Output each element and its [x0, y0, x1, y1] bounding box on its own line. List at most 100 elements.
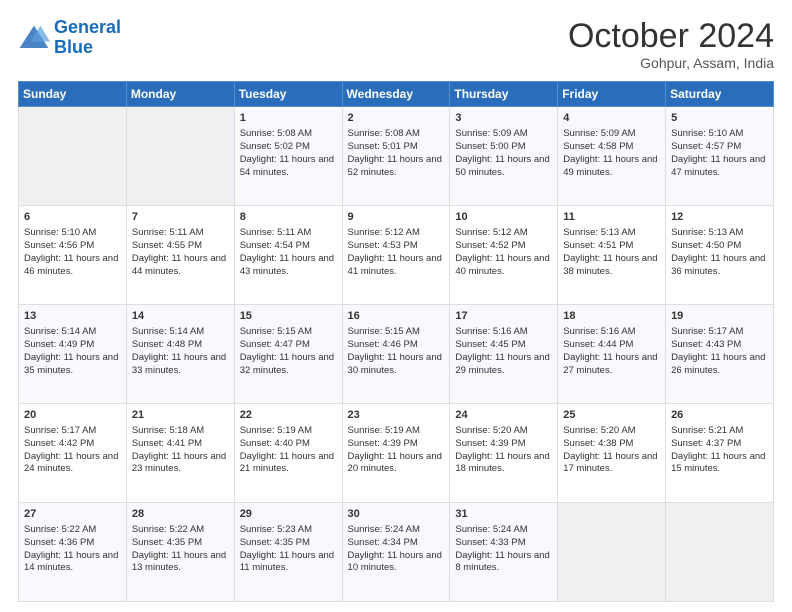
- calendar-cell: 29 Sunrise: 5:23 AMSunset: 4:35 PMDayligh…: [234, 503, 342, 602]
- day-info: Sunrise: 5:15 AMSunset: 4:47 PMDaylight:…: [240, 326, 337, 377]
- day-info: Sunrise: 5:08 AMSunset: 5:02 PMDaylight:…: [240, 128, 337, 179]
- weekday-header: Friday: [558, 82, 666, 107]
- title-block: October 2024 Gohpur, Assam, India: [568, 18, 774, 71]
- day-number: 8: [240, 210, 337, 225]
- calendar-cell: 23Sunrise: 5:19 AMSunset: 4:39 PMDayligh…: [342, 404, 450, 503]
- calendar-cell: 31Sunrise: 5:24 AMSunset: 4:33 PMDayligh…: [450, 503, 558, 602]
- day-number: 9: [348, 210, 445, 225]
- month-title: October 2024: [568, 18, 774, 55]
- day-number: 12: [671, 210, 768, 225]
- calendar-cell: 25Sunrise: 5:20 AMSunset: 4:38 PMDayligh…: [558, 404, 666, 503]
- day-info: Sunrise: 5:10 AMSunset: 4:56 PMDaylight:…: [24, 227, 121, 278]
- day-number: 22: [240, 408, 337, 423]
- day-number: 19: [671, 309, 768, 324]
- day-number: 30: [348, 507, 445, 522]
- day-info: Sunrise: 5:17 AMSunset: 4:43 PMDaylight:…: [671, 326, 768, 377]
- day-number: 10: [455, 210, 552, 225]
- day-info: Sunrise: 5:23 AMSunset: 4:35 PMDaylight:…: [240, 524, 337, 575]
- calendar-cell: 2 Sunrise: 5:08 AMSunset: 5:01 PMDaylight…: [342, 107, 450, 206]
- day-info: Sunrise: 5:14 AMSunset: 4:49 PMDaylight:…: [24, 326, 121, 377]
- day-info: Sunrise: 5:09 AMSunset: 4:58 PMDaylight:…: [563, 128, 660, 179]
- calendar-cell: 9 Sunrise: 5:12 AMSunset: 4:53 PMDaylight…: [342, 206, 450, 305]
- day-info: Sunrise: 5:15 AMSunset: 4:46 PMDaylight:…: [348, 326, 445, 377]
- day-info: Sunrise: 5:11 AMSunset: 4:54 PMDaylight:…: [240, 227, 337, 278]
- day-number: 28: [132, 507, 229, 522]
- calendar-cell: 3 Sunrise: 5:09 AMSunset: 5:00 PMDaylight…: [450, 107, 558, 206]
- day-info: Sunrise: 5:18 AMSunset: 4:41 PMDaylight:…: [132, 425, 229, 476]
- calendar-cell: 14 Sunrise: 5:14 AMSunset: 4:48 PMDayligh…: [126, 305, 234, 404]
- day-info: Sunrise: 5:11 AMSunset: 4:55 PMDaylight:…: [132, 227, 229, 278]
- day-number: 20: [24, 408, 121, 423]
- day-number: 2: [348, 111, 445, 126]
- header: General Blue October 2024 Gohpur, Assam,…: [18, 18, 774, 71]
- day-info: Sunrise: 5:20 AMSunset: 4:39 PMDaylight:…: [455, 425, 552, 476]
- day-number: 29: [240, 507, 337, 522]
- day-number: 16: [348, 309, 445, 324]
- day-info: Sunrise: 5:12 AMSunset: 4:52 PMDaylight:…: [455, 227, 552, 278]
- calendar-week-row: 1 Sunrise: 5:08 AMSunset: 5:02 PMDaylight…: [19, 107, 774, 206]
- calendar-cell: 20 Sunrise: 5:17 AMSunset: 4:42 PMDayligh…: [19, 404, 127, 503]
- day-info: Sunrise: 5:10 AMSunset: 4:57 PMDaylight:…: [671, 128, 768, 179]
- logo-general: General: [54, 17, 121, 37]
- calendar-cell: 10 Sunrise: 5:12 AMSunset: 4:52 PMDayligh…: [450, 206, 558, 305]
- day-number: 15: [240, 309, 337, 324]
- day-info: Sunrise: 5:21 AMSunset: 4:37 PMDaylight:…: [671, 425, 768, 476]
- day-info: Sunrise: 5:16 AMSunset: 4:44 PMDaylight:…: [563, 326, 660, 377]
- day-info: Sunrise: 5:08 AMSunset: 5:01 PMDaylight:…: [348, 128, 445, 179]
- day-info: Sunrise: 5:14 AMSunset: 4:48 PMDaylight:…: [132, 326, 229, 377]
- day-info: Sunrise: 5:12 AMSunset: 4:53 PMDaylight:…: [348, 227, 445, 278]
- day-info: Sunrise: 5:16 AMSunset: 4:45 PMDaylight:…: [455, 326, 552, 377]
- calendar-cell: 7Sunrise: 5:11 AMSunset: 4:55 PMDaylight…: [126, 206, 234, 305]
- day-info: Sunrise: 5:13 AMSunset: 4:50 PMDaylight:…: [671, 227, 768, 278]
- calendar-cell: 12 Sunrise: 5:13 AMSunset: 4:50 PMDayligh…: [666, 206, 774, 305]
- calendar-cell: [666, 503, 774, 602]
- calendar-cell: 5Sunrise: 5:10 AMSunset: 4:57 PMDaylight…: [666, 107, 774, 206]
- calendar-week-row: 27 Sunrise: 5:22 AMSunset: 4:36 PMDayligh…: [19, 503, 774, 602]
- location-subtitle: Gohpur, Assam, India: [568, 55, 774, 71]
- day-info: Sunrise: 5:22 AMSunset: 4:36 PMDaylight:…: [24, 524, 121, 575]
- day-number: 6: [24, 210, 121, 225]
- calendar-cell: 26 Sunrise: 5:21 AMSunset: 4:37 PMDayligh…: [666, 404, 774, 503]
- weekday-header: Tuesday: [234, 82, 342, 107]
- calendar-cell: 30Sunrise: 5:24 AMSunset: 4:34 PMDayligh…: [342, 503, 450, 602]
- day-number: 27: [24, 507, 121, 522]
- calendar-cell: 27 Sunrise: 5:22 AMSunset: 4:36 PMDayligh…: [19, 503, 127, 602]
- day-number: 18: [563, 309, 660, 324]
- day-info: Sunrise: 5:09 AMSunset: 5:00 PMDaylight:…: [455, 128, 552, 179]
- calendar-cell: 8 Sunrise: 5:11 AMSunset: 4:54 PMDaylight…: [234, 206, 342, 305]
- weekday-header: Sunday: [19, 82, 127, 107]
- calendar-cell: 21 Sunrise: 5:18 AMSunset: 4:41 PMDayligh…: [126, 404, 234, 503]
- day-info: Sunrise: 5:13 AMSunset: 4:51 PMDaylight:…: [563, 227, 660, 278]
- day-number: 3: [455, 111, 552, 126]
- day-info: Sunrise: 5:19 AMSunset: 4:40 PMDaylight:…: [240, 425, 337, 476]
- weekday-header: Thursday: [450, 82, 558, 107]
- calendar-cell: 16 Sunrise: 5:15 AMSunset: 4:46 PMDayligh…: [342, 305, 450, 404]
- calendar-cell: 1 Sunrise: 5:08 AMSunset: 5:02 PMDaylight…: [234, 107, 342, 206]
- weekday-header: Wednesday: [342, 82, 450, 107]
- calendar-table: SundayMondayTuesdayWednesdayThursdayFrid…: [18, 81, 774, 602]
- calendar-cell: 22 Sunrise: 5:19 AMSunset: 4:40 PMDayligh…: [234, 404, 342, 503]
- day-number: 25: [563, 408, 660, 423]
- day-number: 1: [240, 111, 337, 126]
- day-number: 17: [455, 309, 552, 324]
- calendar-cell: 19 Sunrise: 5:17 AMSunset: 4:43 PMDayligh…: [666, 305, 774, 404]
- day-number: 14: [132, 309, 229, 324]
- calendar-header-row: SundayMondayTuesdayWednesdayThursdayFrid…: [19, 82, 774, 107]
- calendar-cell: 4Sunrise: 5:09 AMSunset: 4:58 PMDaylight…: [558, 107, 666, 206]
- day-number: 11: [563, 210, 660, 225]
- day-number: 26: [671, 408, 768, 423]
- calendar-week-row: 13Sunrise: 5:14 AMSunset: 4:49 PMDayligh…: [19, 305, 774, 404]
- calendar-cell: 17 Sunrise: 5:16 AMSunset: 4:45 PMDayligh…: [450, 305, 558, 404]
- calendar-cell: 15 Sunrise: 5:15 AMSunset: 4:47 PMDayligh…: [234, 305, 342, 404]
- calendar-cell: 13Sunrise: 5:14 AMSunset: 4:49 PMDayligh…: [19, 305, 127, 404]
- calendar-cell: [126, 107, 234, 206]
- day-info: Sunrise: 5:19 AMSunset: 4:39 PMDaylight:…: [348, 425, 445, 476]
- calendar-cell: [19, 107, 127, 206]
- logo-text: General Blue: [54, 18, 121, 58]
- logo-icon: [18, 24, 50, 52]
- calendar-week-row: 20 Sunrise: 5:17 AMSunset: 4:42 PMDayligh…: [19, 404, 774, 503]
- day-number: 21: [132, 408, 229, 423]
- day-info: Sunrise: 5:17 AMSunset: 4:42 PMDaylight:…: [24, 425, 121, 476]
- calendar-week-row: 6 Sunrise: 5:10 AMSunset: 4:56 PMDaylight…: [19, 206, 774, 305]
- weekday-header: Saturday: [666, 82, 774, 107]
